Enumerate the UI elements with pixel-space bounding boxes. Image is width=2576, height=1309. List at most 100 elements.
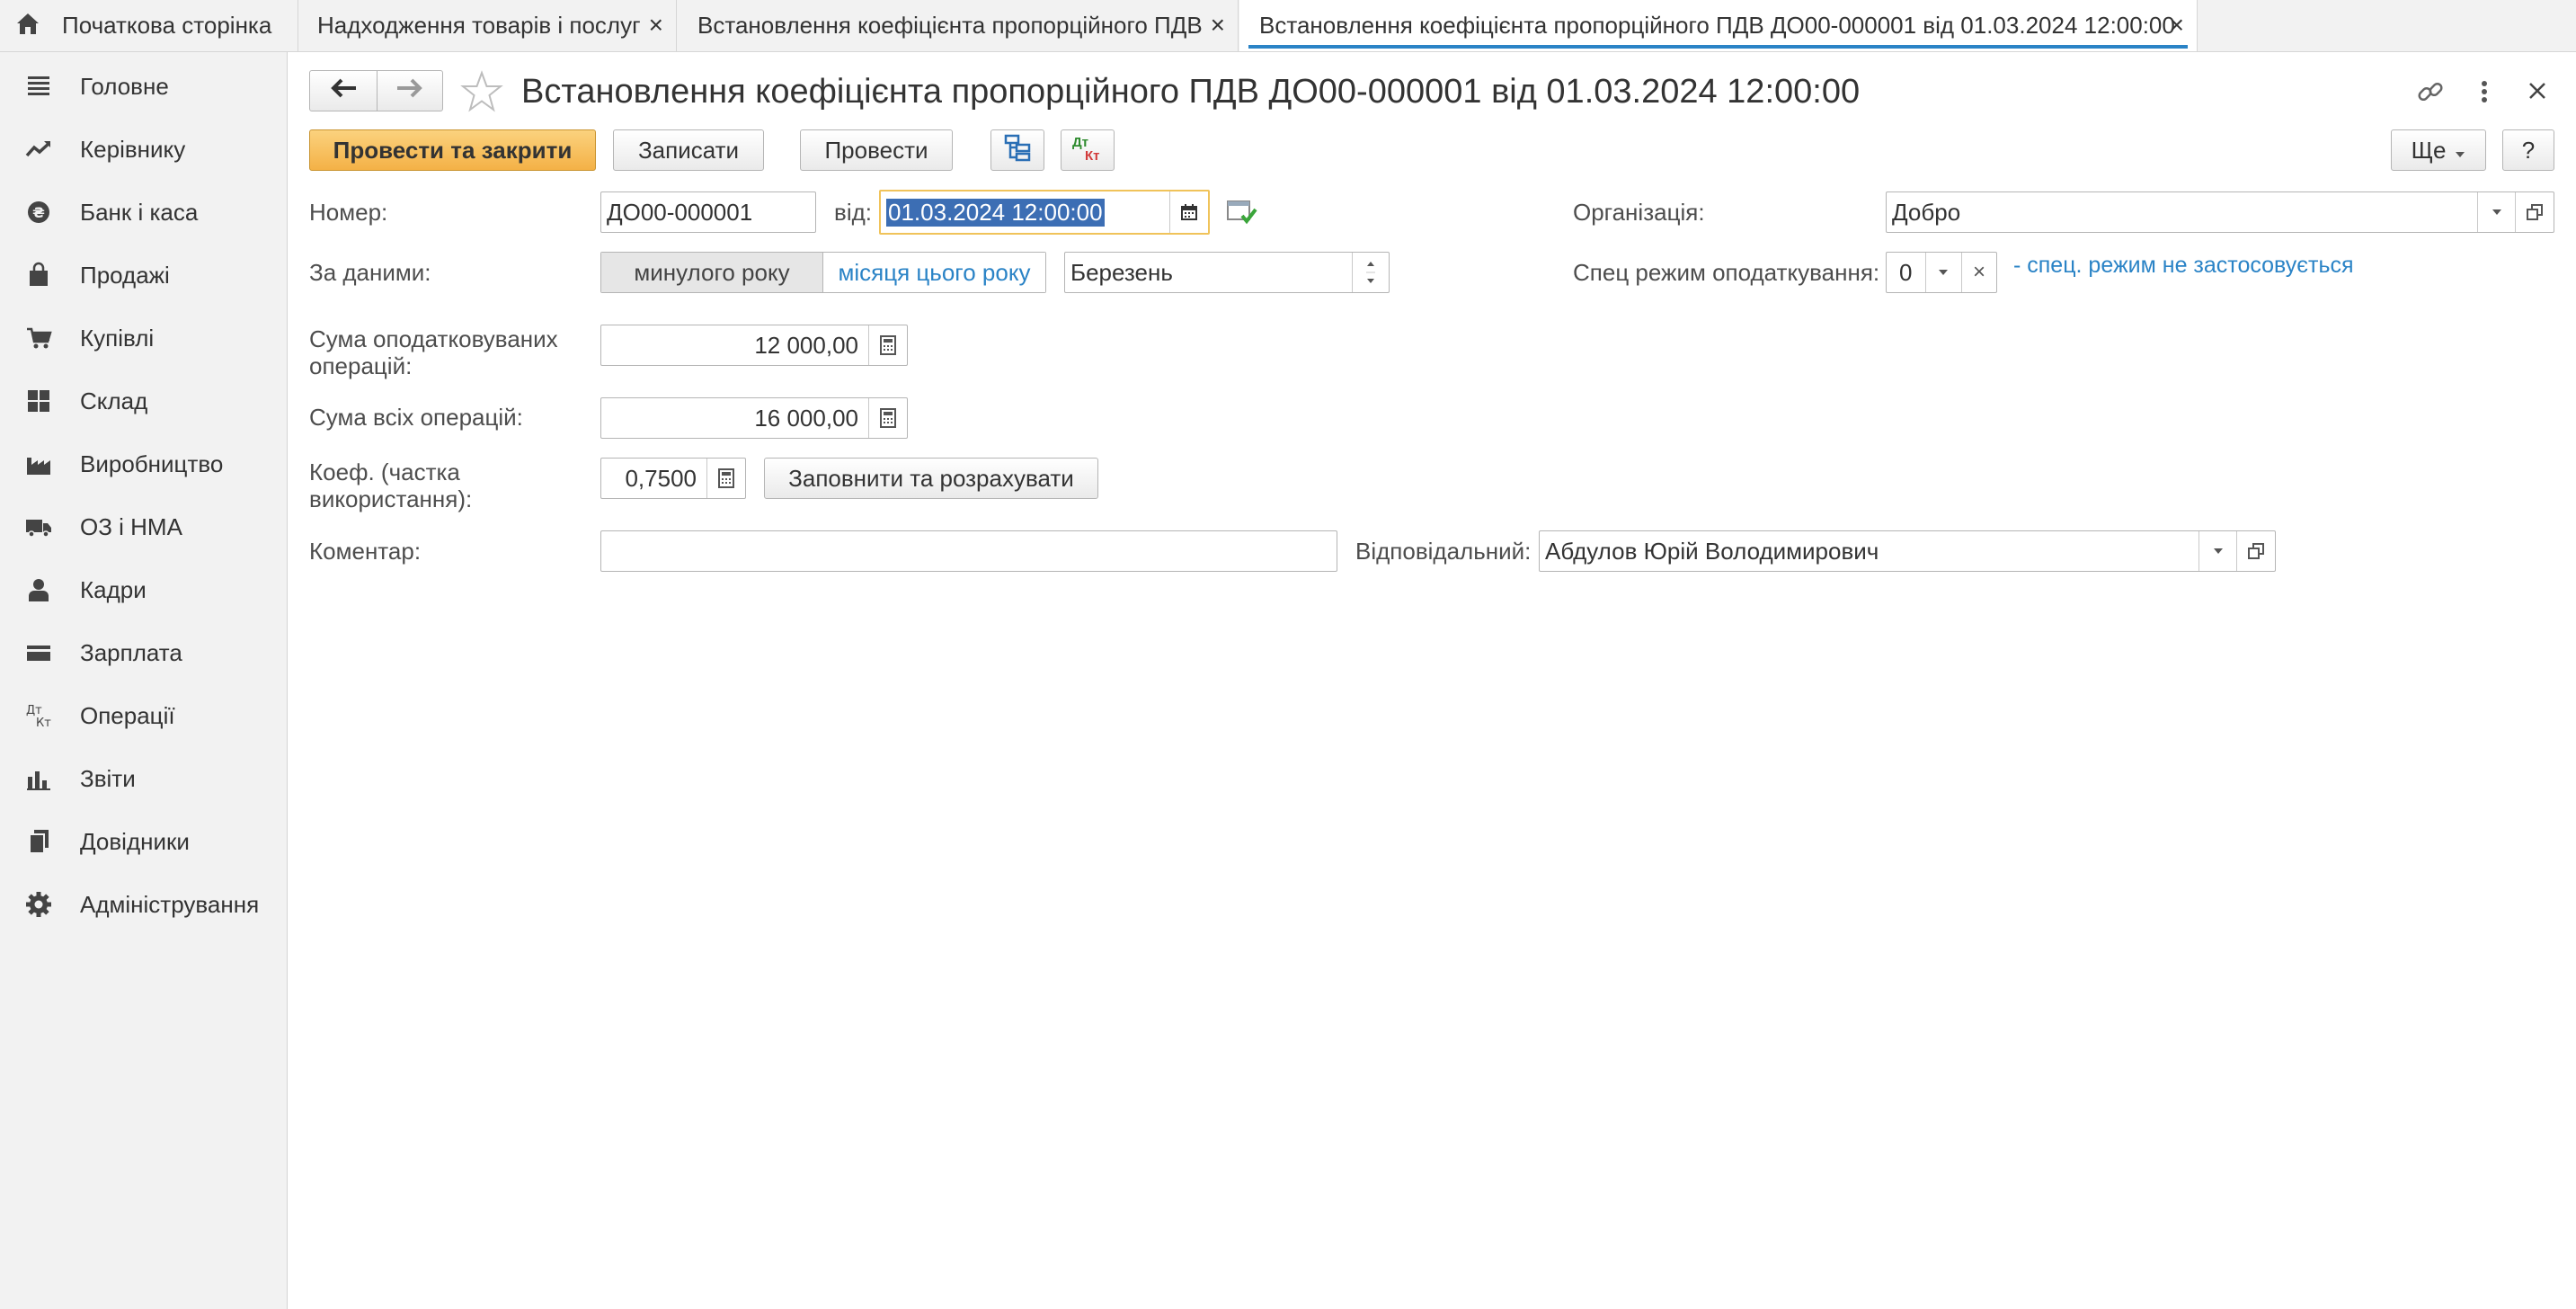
sidebar-item-bank[interactable]: ₴ Банк і каса (0, 185, 287, 239)
clear-icon[interactable]: × (1961, 253, 1996, 292)
chevron-down-icon[interactable] (1925, 253, 1960, 292)
sidebar-item-label: Зарплата (80, 639, 182, 666)
fill-and-calculate-button[interactable]: Заповнити та розрахувати (764, 458, 1098, 499)
coefficient-value: 0,7500 (625, 464, 697, 492)
active-tab-underline (1248, 45, 2188, 49)
sidebar-item-label: Адміністрування (80, 891, 260, 918)
calendar-icon[interactable] (1169, 191, 1208, 233)
forward-button[interactable] (377, 70, 443, 111)
post-status-icon (1226, 198, 1258, 227)
organization-field[interactable]: Добро (1886, 191, 2554, 233)
sidebar-item-label: Купівлі (80, 325, 155, 352)
tab-label: Початкова сторінка (62, 12, 272, 39)
month-field[interactable]: Березень (1064, 252, 1390, 293)
trend-icon (25, 136, 52, 163)
arrow-right-icon (395, 77, 424, 105)
sidebar-item-salary[interactable]: Зарплата (0, 626, 287, 680)
page-title: Встановлення коефіцієнта пропорційного П… (521, 73, 1861, 111)
month-value: Березень (1070, 258, 1173, 286)
by-data-label: За даними: (309, 259, 431, 286)
svg-text:Дт: Дт (26, 704, 42, 717)
sidebar-item-label: Банк і каса (80, 199, 199, 226)
responsible-value: Абдулов Юрій Володимирович (1545, 537, 1879, 565)
month-stepper[interactable] (1352, 253, 1389, 292)
chevron-down-icon[interactable] (2477, 192, 2516, 232)
back-button[interactable] (309, 70, 378, 111)
sidebar-item-warehouse[interactable]: Склад (0, 374, 287, 428)
date-field[interactable]: 01.03.2024 12:00:00 (879, 190, 1210, 235)
sidebar-item-manager[interactable]: Керівнику (0, 122, 287, 176)
sidebar: Головне Керівнику ₴ Банк і каса Продажі … (0, 52, 288, 1309)
date-value: 01.03.2024 12:00:00 (886, 198, 1105, 227)
total-sum-field[interactable]: 16 000,00 (600, 397, 908, 439)
comment-label: Коментар: (309, 538, 422, 565)
tab-coef-list[interactable]: Встановлення коефіцієнта пропорційного П… (678, 0, 1239, 51)
favorite-star-icon[interactable] (460, 70, 503, 113)
sidebar-item-reports[interactable]: Звіти (0, 752, 287, 806)
toggle-this-year[interactable]: місяця цього року (823, 253, 1045, 292)
taxable-sum-field[interactable]: 12 000,00 (600, 325, 908, 366)
coefficient-label-line2: використання): (309, 485, 473, 512)
factory-icon (25, 450, 52, 477)
period-toggle: минулого року місяця цього року (600, 252, 1046, 293)
number-label: Номер: (309, 199, 388, 226)
more-actions-button[interactable]: Ще (2391, 129, 2486, 171)
tab-bar: Початкова сторінка Надходження товарів і… (0, 0, 2576, 52)
sidebar-item-fixed-assets[interactable]: ОЗ і НМА (0, 500, 287, 554)
sidebar-item-label: Продажі (80, 262, 170, 289)
structure-button[interactable] (990, 129, 1044, 171)
tab-receipts[interactable]: Надходження товарів і послуг × (299, 0, 677, 51)
close-icon[interactable]: × (649, 13, 663, 38)
close-icon[interactable]: × (1211, 13, 1225, 38)
comment-field[interactable] (600, 530, 1337, 572)
gear-icon (25, 891, 52, 918)
sidebar-item-label: Виробництво (80, 450, 224, 477)
close-icon[interactable]: × (2170, 13, 2184, 38)
responsible-field[interactable]: Абдулов Юрій Володимирович (1539, 530, 2276, 572)
post-and-close-button[interactable]: Провести та закрити (309, 129, 596, 171)
sidebar-item-production[interactable]: Виробництво (0, 437, 287, 491)
books-icon (25, 828, 52, 855)
total-sum-value: 16 000,00 (754, 404, 858, 432)
person-icon (25, 576, 52, 603)
sidebar-item-sales[interactable]: Продажі (0, 248, 287, 302)
sidebar-item-operations[interactable]: Дт Кт Операції (0, 689, 287, 743)
chevron-down-icon[interactable] (2198, 531, 2237, 571)
dt-kt-icon: Дт Кт (1072, 135, 1100, 164)
truck-icon (25, 513, 52, 540)
calculator-icon[interactable] (706, 459, 745, 498)
sidebar-item-directories[interactable]: Довідники (0, 815, 287, 868)
sidebar-item-purchases[interactable]: Купівлі (0, 311, 287, 365)
save-button[interactable]: Записати (613, 129, 764, 171)
calculator-icon[interactable] (868, 398, 907, 438)
post-button[interactable]: Провести (800, 129, 953, 171)
sidebar-item-hr[interactable]: Кадри (0, 563, 287, 617)
dt-kt-button[interactable]: Дт Кт (1061, 129, 1115, 171)
sidebar-item-label: ОЗ і НМА (80, 513, 182, 540)
sidebar-item-main[interactable]: Головне (0, 59, 287, 113)
help-button[interactable]: ? (2502, 129, 2554, 171)
spec-regime-value: 0 (1899, 258, 1913, 286)
home-icon (14, 11, 41, 38)
link-icon[interactable] (2416, 77, 2445, 106)
total-sum-label: Сума всіх операцій: (309, 404, 523, 431)
tab-coef-document[interactable]: Встановлення коефіцієнта пропорційного П… (1239, 0, 2198, 51)
taxable-sum-value: 12 000,00 (754, 331, 858, 359)
calculator-icon[interactable] (868, 325, 907, 365)
close-form-icon[interactable] (2524, 77, 2551, 104)
coefficient-field[interactable]: 0,7500 (600, 458, 746, 499)
toggle-prev-year[interactable]: минулого року (601, 253, 823, 292)
chevron-down-icon (2455, 137, 2465, 165)
shopping-bag-icon (25, 262, 52, 289)
responsible-label: Відповідальний: (1355, 538, 1532, 565)
svg-text:Кт: Кт (36, 717, 51, 729)
more-vertical-icon[interactable] (2474, 77, 2495, 106)
sidebar-item-admin[interactable]: Адміністрування (0, 877, 287, 931)
open-icon[interactable] (2515, 192, 2554, 232)
spec-regime-field[interactable]: 0 × (1886, 252, 1997, 293)
number-field[interactable]: ДО00-000001 (600, 191, 816, 233)
organization-label: Організація: (1573, 199, 1705, 226)
open-icon[interactable] (2236, 531, 2275, 571)
hierarchy-icon (1003, 133, 1032, 168)
tab-home[interactable]: Початкова сторінка (0, 0, 298, 51)
